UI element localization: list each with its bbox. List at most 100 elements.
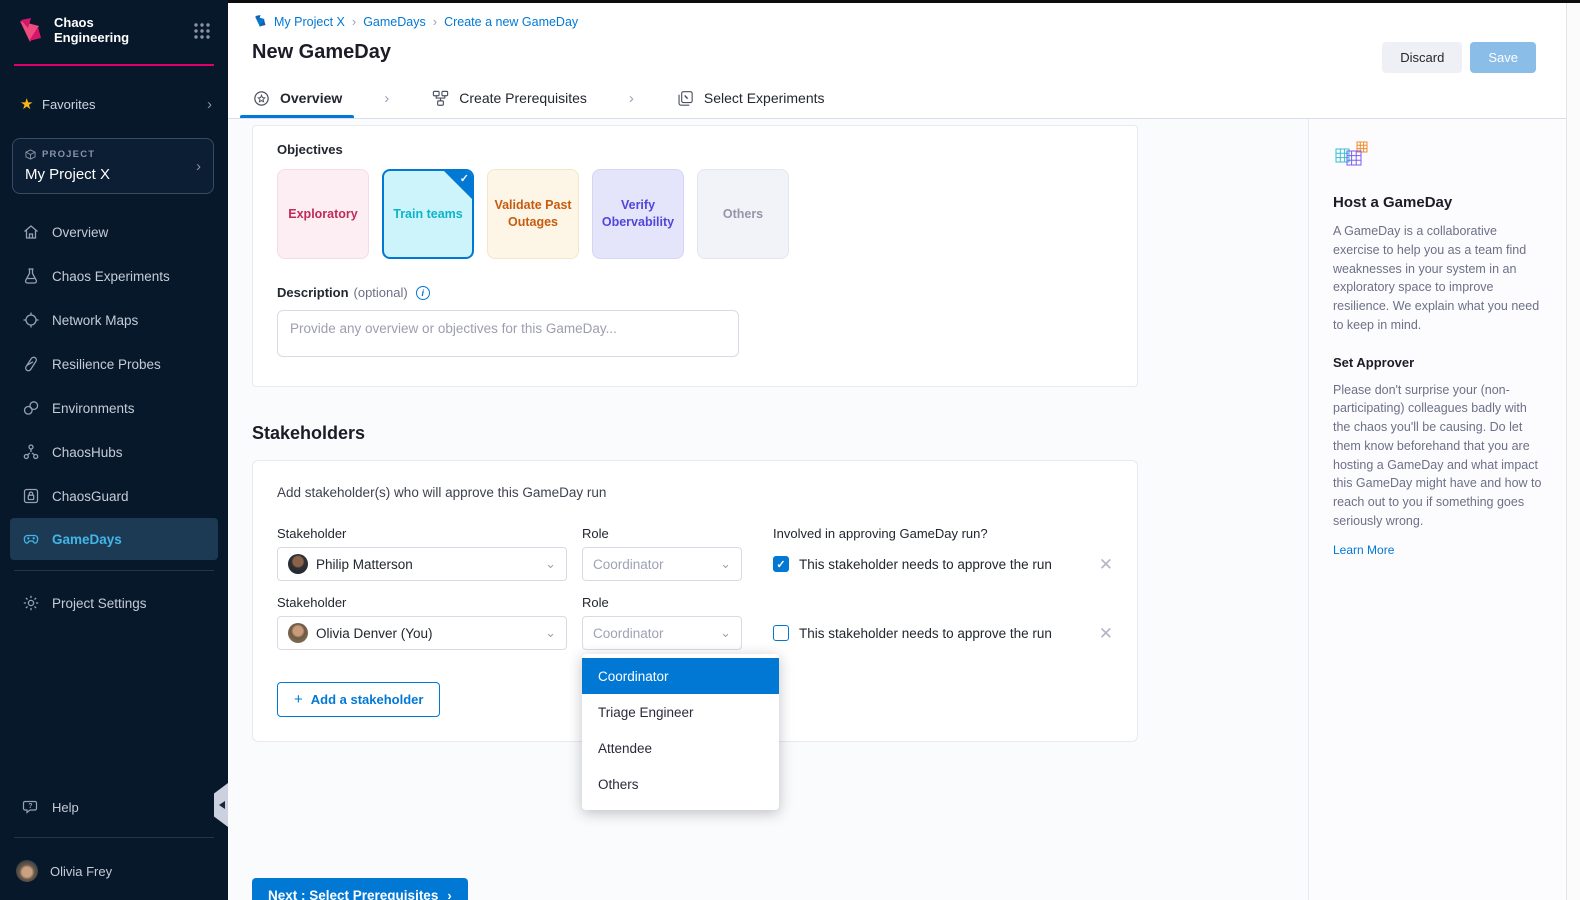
- tab-create-prerequisites[interactable]: Create Prerequisites: [431, 78, 587, 118]
- approve-checkbox-1[interactable]: ✓: [773, 556, 789, 572]
- sidebar-item-environments[interactable]: Environments: [0, 386, 228, 430]
- project-selector[interactable]: PROJECT My Project X ›: [12, 138, 214, 194]
- save-button[interactable]: Save: [1470, 42, 1536, 73]
- breadcrumb-gamedays[interactable]: GameDays: [363, 15, 426, 29]
- sidebar-item-chaos-experiments[interactable]: Chaos Experiments: [0, 254, 228, 298]
- gear-icon: [22, 594, 40, 612]
- selected-check-icon: ✓: [444, 171, 472, 199]
- gameday-cubes-icon: [1333, 141, 1373, 177]
- content-row: Objectives Exploratory Train teams ✓ Val…: [228, 119, 1580, 900]
- breadcrumb-project[interactable]: My Project X: [274, 15, 345, 29]
- user-profile[interactable]: Olivia Frey: [0, 848, 228, 900]
- project-name: My Project X: [25, 166, 196, 183]
- cube-icon: [25, 149, 36, 160]
- stakeholder-select-1[interactable]: Philip Matterson ⌄: [277, 547, 567, 581]
- chevron-right-icon: ›: [433, 14, 437, 29]
- flask-icon: [22, 267, 40, 285]
- remove-stakeholder-icon-1[interactable]: ✕: [1089, 556, 1113, 573]
- sidebar-nav: Overview Chaos Experiments Network Maps …: [0, 210, 228, 560]
- learn-more-link[interactable]: Learn More: [1333, 543, 1394, 557]
- brand-row: Chaos Engineering: [0, 0, 228, 56]
- info-icon[interactable]: i: [416, 286, 430, 300]
- caret-down-icon: ⌄: [720, 625, 731, 641]
- approve-check-row-2: This stakeholder needs to approve the ru…: [757, 625, 1074, 641]
- objective-validate-past-outages[interactable]: Validate Past Outages: [487, 169, 579, 259]
- divider: [14, 570, 214, 571]
- objective-exploratory[interactable]: Exploratory: [277, 169, 369, 259]
- sidebar-item-help[interactable]: ? Help: [0, 787, 228, 827]
- stakeholder-select-2[interactable]: Olivia Denver (You) ⌄: [277, 616, 567, 650]
- role-option-others[interactable]: Others: [582, 766, 779, 802]
- stakeholder-avatar: [288, 554, 308, 574]
- caret-down-icon: ⌄: [720, 556, 731, 572]
- sidebar: Chaos Engineering ★ Favorites › PROJECT …: [0, 0, 228, 900]
- chevron-right-icon: ›: [352, 14, 356, 29]
- next-button[interactable]: Next : Select Prerequisites ›: [252, 878, 468, 900]
- help-panel: Host a GameDay A GameDay is a collaborat…: [1308, 119, 1566, 900]
- guard-lock-icon: [22, 487, 40, 505]
- brand-underline: [14, 64, 214, 66]
- caret-down-icon: ⌄: [545, 625, 556, 641]
- help-subheading: Set Approver: [1333, 355, 1542, 370]
- chevron-right-icon: ›: [196, 158, 201, 175]
- objectives-label: Objectives: [277, 142, 1113, 157]
- scrollbar[interactable]: [1566, 3, 1580, 900]
- objective-verify-observability[interactable]: Verify Obervability: [592, 169, 684, 259]
- approve-check-row-1: ✓ This stakeholder needs to approve the …: [757, 556, 1074, 572]
- app-grid-icon[interactable]: [192, 21, 212, 41]
- divider: [14, 837, 214, 838]
- user-name: Olivia Frey: [50, 864, 112, 879]
- gamepad-icon: [22, 530, 40, 548]
- chevron-right-icon: ›: [207, 96, 212, 113]
- stakeholder-avatar: [288, 623, 308, 643]
- brand-title: Chaos Engineering: [54, 16, 192, 46]
- sidebar-item-favorites[interactable]: ★ Favorites ›: [0, 92, 228, 116]
- approve-checkbox-2[interactable]: [773, 625, 789, 641]
- sidebar-item-network-maps[interactable]: Network Maps: [0, 298, 228, 342]
- prerequisites-tab-icon: [431, 89, 450, 108]
- sidebar-item-gamedays[interactable]: GameDays: [10, 518, 218, 560]
- role-option-triage-engineer[interactable]: Triage Engineer: [582, 694, 779, 730]
- breadcrumb-current-page[interactable]: Create a new GameDay: [444, 15, 578, 29]
- objective-options: Exploratory Train teams ✓ Validate Past …: [277, 169, 1113, 259]
- overview-tab-icon: [252, 89, 271, 108]
- role-dropdown-menu: Coordinator Triage Engineer Attendee Oth…: [582, 654, 779, 810]
- probe-icon: [22, 355, 40, 373]
- role-option-attendee[interactable]: Attendee: [582, 730, 779, 766]
- role-select-1[interactable]: Coordinator ⌄: [582, 547, 742, 581]
- page-title: New GameDay: [252, 41, 1556, 64]
- objective-others[interactable]: Others: [697, 169, 789, 259]
- sidebar-spacer: [0, 625, 228, 787]
- remove-stakeholder-icon-2[interactable]: ✕: [1089, 625, 1113, 642]
- role-select-2[interactable]: Coordinator ⌄: [582, 616, 742, 650]
- stakeholder-row-labels: Stakeholder Role: [277, 595, 1113, 610]
- chaos-logo-small-icon: [252, 14, 267, 29]
- help-body: Please don't surprise your (non-particip…: [1333, 381, 1542, 531]
- user-avatar: [16, 860, 38, 882]
- discard-button[interactable]: Discard: [1382, 42, 1462, 73]
- sidebar-item-overview[interactable]: Overview: [0, 210, 228, 254]
- description-input[interactable]: [277, 310, 739, 357]
- hub-icon: [22, 443, 40, 461]
- stakeholders-title: Stakeholders: [252, 423, 1308, 444]
- help-title: Host a GameDay: [1333, 194, 1542, 211]
- sidebar-item-resilience-probes[interactable]: Resilience Probes: [0, 342, 228, 386]
- stakeholders-intro: Add stakeholder(s) who will approve this…: [277, 485, 1113, 500]
- plus-icon: +: [294, 691, 303, 708]
- sidebar-item-chaoshubs[interactable]: ChaosHubs: [0, 430, 228, 474]
- add-stakeholder-button[interactable]: + Add a stakeholder: [277, 682, 440, 717]
- favorites-label: Favorites: [42, 97, 207, 112]
- objectives-card: Objectives Exploratory Train teams ✓ Val…: [252, 125, 1138, 387]
- sidebar-item-project-settings[interactable]: Project Settings: [0, 581, 228, 625]
- form-content: Objectives Exploratory Train teams ✓ Val…: [228, 119, 1308, 900]
- tab-overview[interactable]: Overview: [252, 78, 342, 118]
- role-option-coordinator[interactable]: Coordinator: [582, 658, 779, 694]
- sidebar-item-chaosguard[interactable]: ChaosGuard: [0, 474, 228, 518]
- objective-train-teams[interactable]: Train teams ✓: [382, 169, 474, 259]
- chevron-right-icon: ›: [384, 90, 389, 107]
- stakeholders-card: Add stakeholder(s) who will approve this…: [252, 460, 1138, 742]
- chaos-logo-icon: [14, 16, 44, 46]
- tab-select-experiments[interactable]: Select Experiments: [676, 78, 825, 118]
- wizard-tabbar: Overview › Create Prerequisites › Select…: [228, 78, 1580, 119]
- chevron-right-icon: ›: [629, 90, 634, 107]
